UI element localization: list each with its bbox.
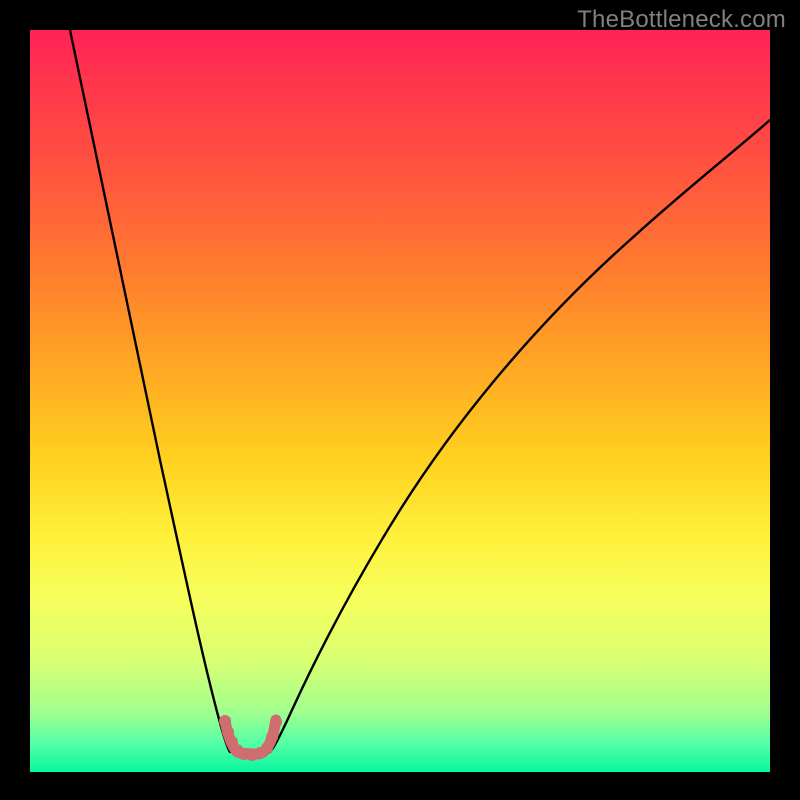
valley-highlight-dots bbox=[219, 715, 282, 761]
chart-frame: TheBottleneck.com bbox=[0, 0, 800, 800]
left-curve bbox=[70, 30, 230, 752]
plot-area bbox=[30, 30, 770, 772]
watermark-label: TheBottleneck.com bbox=[577, 6, 786, 34]
curve-svg bbox=[30, 30, 770, 772]
right-curve bbox=[270, 120, 770, 752]
